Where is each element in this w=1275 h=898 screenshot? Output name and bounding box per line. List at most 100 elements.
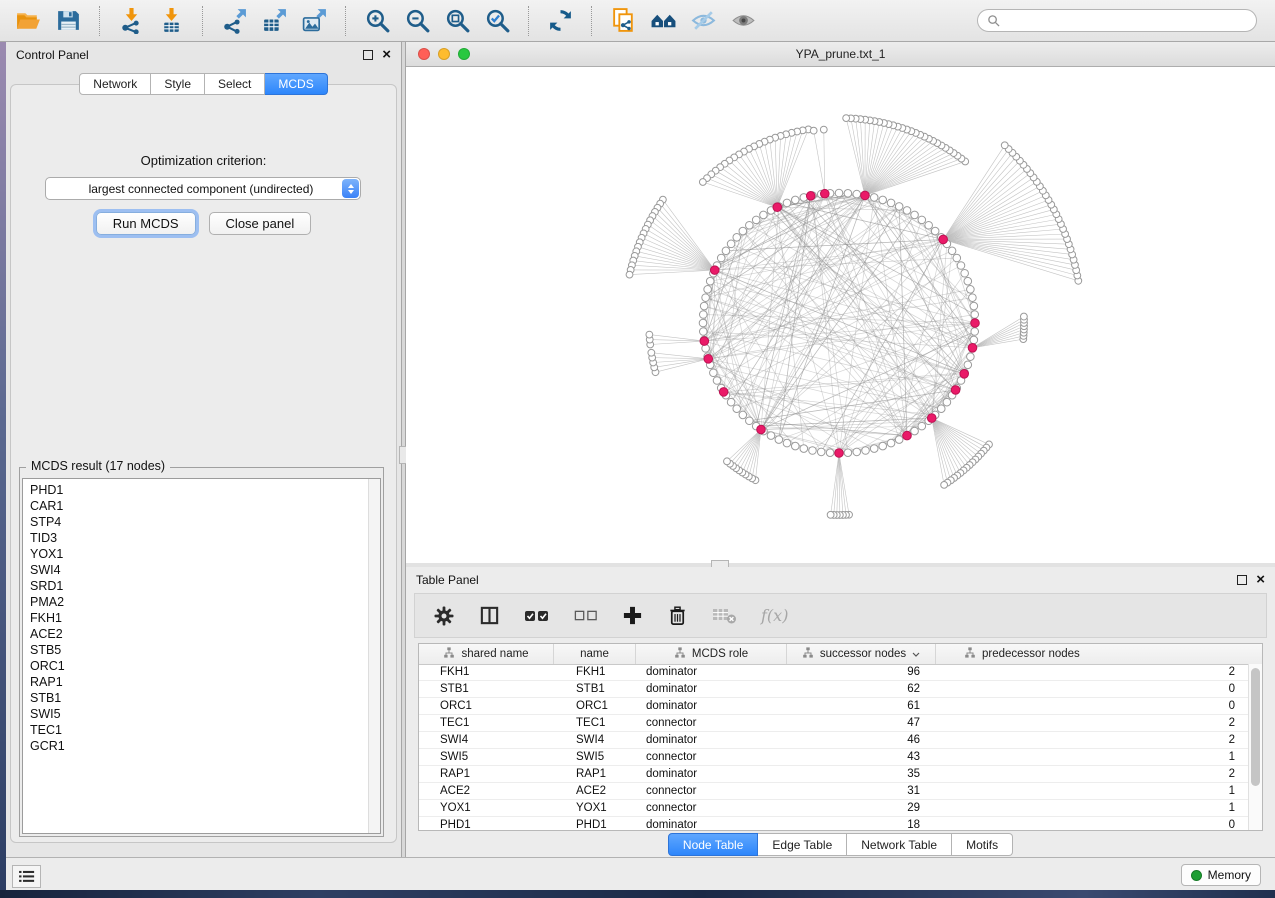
select-all-columns-icon[interactable] xyxy=(524,609,550,623)
deselect-all-columns-icon[interactable] xyxy=(574,609,598,622)
ring-node[interactable] xyxy=(887,199,895,207)
mcds-hub-node[interactable] xyxy=(710,266,719,275)
ring-node[interactable] xyxy=(775,436,783,444)
ring-node[interactable] xyxy=(879,442,887,450)
network-window-titlebar[interactable]: YPA_prune.txt_1 xyxy=(406,42,1275,67)
mcds-hub-node[interactable] xyxy=(700,337,709,346)
ring-node[interactable] xyxy=(826,449,834,457)
satellite-node[interactable] xyxy=(827,511,834,518)
column-header-predecessor-nodes[interactable]: predecessor nodes xyxy=(936,644,1262,664)
criterion-dropdown[interactable]: largest connected component (undirected) xyxy=(45,177,361,200)
ring-node[interactable] xyxy=(862,447,870,455)
zoom-fit-icon[interactable] xyxy=(439,3,475,39)
ring-node[interactable] xyxy=(964,361,972,369)
sort-descending-icon[interactable] xyxy=(912,648,920,660)
import-network-icon[interactable] xyxy=(113,3,149,39)
clone-network-icon[interactable] xyxy=(605,3,641,39)
mcds-hub-node[interactable] xyxy=(719,388,728,397)
table-row[interactable]: PHD1 PHD1 dominator 18 0 xyxy=(419,817,1249,830)
ring-node[interactable] xyxy=(957,262,965,270)
table-row[interactable]: ACE2 ACE2 connector 31 1 xyxy=(419,783,1249,800)
ring-node[interactable] xyxy=(704,286,712,294)
run-mcds-button[interactable]: Run MCDS xyxy=(96,212,196,235)
ring-node[interactable] xyxy=(733,405,741,413)
table-row[interactable]: STB1 STB1 dominator 62 0 xyxy=(419,681,1249,698)
tab-edge-table[interactable]: Edge Table xyxy=(758,833,847,856)
ring-node[interactable] xyxy=(817,448,825,456)
mcds-hub-node[interactable] xyxy=(939,235,948,244)
mcds-hub-node[interactable] xyxy=(835,449,844,458)
mcds-hub-node[interactable] xyxy=(820,189,829,198)
ring-node[interactable] xyxy=(931,227,939,235)
ring-node[interactable] xyxy=(727,398,735,406)
ring-node[interactable] xyxy=(727,240,735,248)
mcds-result-item[interactable]: SWI4 xyxy=(30,562,380,578)
table-row[interactable]: SWI5 SWI5 connector 43 1 xyxy=(419,749,1249,766)
zoom-out-icon[interactable] xyxy=(399,3,435,39)
mcds-result-item[interactable]: STB1 xyxy=(30,690,380,706)
satellite-node[interactable] xyxy=(1001,142,1008,149)
satellite-node[interactable] xyxy=(699,179,706,186)
ring-node[interactable] xyxy=(809,447,817,455)
minimize-window-icon[interactable] xyxy=(438,48,450,60)
ring-node[interactable] xyxy=(800,445,808,453)
ring-node[interactable] xyxy=(700,302,708,310)
mcds-hub-node[interactable] xyxy=(927,414,936,423)
mcds-list-scrollbar[interactable] xyxy=(368,479,380,833)
ring-node[interactable] xyxy=(925,221,933,229)
ring-node[interactable] xyxy=(971,311,979,319)
ring-node[interactable] xyxy=(844,189,852,197)
ring-node[interactable] xyxy=(791,196,799,204)
export-network-icon[interactable] xyxy=(216,3,252,39)
mcds-hub-node[interactable] xyxy=(806,192,815,201)
table-row[interactable]: RAP1 RAP1 dominator 35 2 xyxy=(419,766,1249,783)
ring-node[interactable] xyxy=(699,328,707,336)
table-row[interactable]: TEC1 TEC1 connector 47 2 xyxy=(419,715,1249,732)
mcds-result-item[interactable]: SWI5 xyxy=(30,706,380,722)
zoom-selected-icon[interactable] xyxy=(479,3,515,39)
ring-node[interactable] xyxy=(870,445,878,453)
ring-node[interactable] xyxy=(970,336,978,344)
ring-node[interactable] xyxy=(948,247,956,255)
tab-mcds[interactable]: MCDS xyxy=(265,73,327,95)
satellite-node[interactable] xyxy=(810,127,817,134)
first-neighbors-icon[interactable] xyxy=(645,3,681,39)
close-panel-button[interactable]: Close panel xyxy=(209,212,312,235)
ring-node[interactable] xyxy=(835,189,843,197)
maximize-window-icon[interactable] xyxy=(458,48,470,60)
close-window-icon[interactable] xyxy=(418,48,430,60)
mcds-result-item[interactable]: PHD1 xyxy=(30,482,380,498)
ring-node[interactable] xyxy=(961,269,969,277)
ring-node[interactable] xyxy=(746,417,754,425)
satellite-node[interactable] xyxy=(1020,313,1027,320)
satellite-node[interactable] xyxy=(843,115,850,122)
ring-node[interactable] xyxy=(783,439,791,447)
float-panel-icon[interactable] xyxy=(1237,575,1247,585)
add-entry-icon[interactable] xyxy=(622,605,643,626)
ring-node[interactable] xyxy=(717,254,725,262)
ring-node[interactable] xyxy=(895,203,903,211)
float-panel-icon[interactable] xyxy=(363,50,373,60)
satellite-node[interactable] xyxy=(648,349,655,356)
mcds-result-item[interactable]: YOX1 xyxy=(30,546,380,562)
ring-node[interactable] xyxy=(967,353,975,361)
ring-node[interactable] xyxy=(911,427,919,435)
tab-network-table[interactable]: Network Table xyxy=(847,833,952,856)
satellite-node[interactable] xyxy=(941,481,948,488)
close-panel-icon[interactable]: × xyxy=(1256,574,1265,586)
show-panels-button[interactable] xyxy=(12,865,41,888)
apply-layout-icon[interactable] xyxy=(542,3,578,39)
tab-motifs[interactable]: Motifs xyxy=(952,833,1013,856)
import-table-icon[interactable] xyxy=(153,3,189,39)
ring-node[interactable] xyxy=(702,294,710,302)
ring-node[interactable] xyxy=(870,194,878,202)
tab-style[interactable]: Style xyxy=(151,73,205,95)
ring-node[interactable] xyxy=(969,294,977,302)
mcds-result-item[interactable]: PMA2 xyxy=(30,594,380,610)
mcds-result-item[interactable]: FKH1 xyxy=(30,610,380,626)
save-session-icon[interactable] xyxy=(50,3,86,39)
mcds-hub-node[interactable] xyxy=(861,191,870,200)
column-header-name[interactable]: name xyxy=(554,644,636,664)
mcds-result-item[interactable]: TEC1 xyxy=(30,722,380,738)
column-header-successor-nodes[interactable]: successor nodes xyxy=(787,644,936,664)
